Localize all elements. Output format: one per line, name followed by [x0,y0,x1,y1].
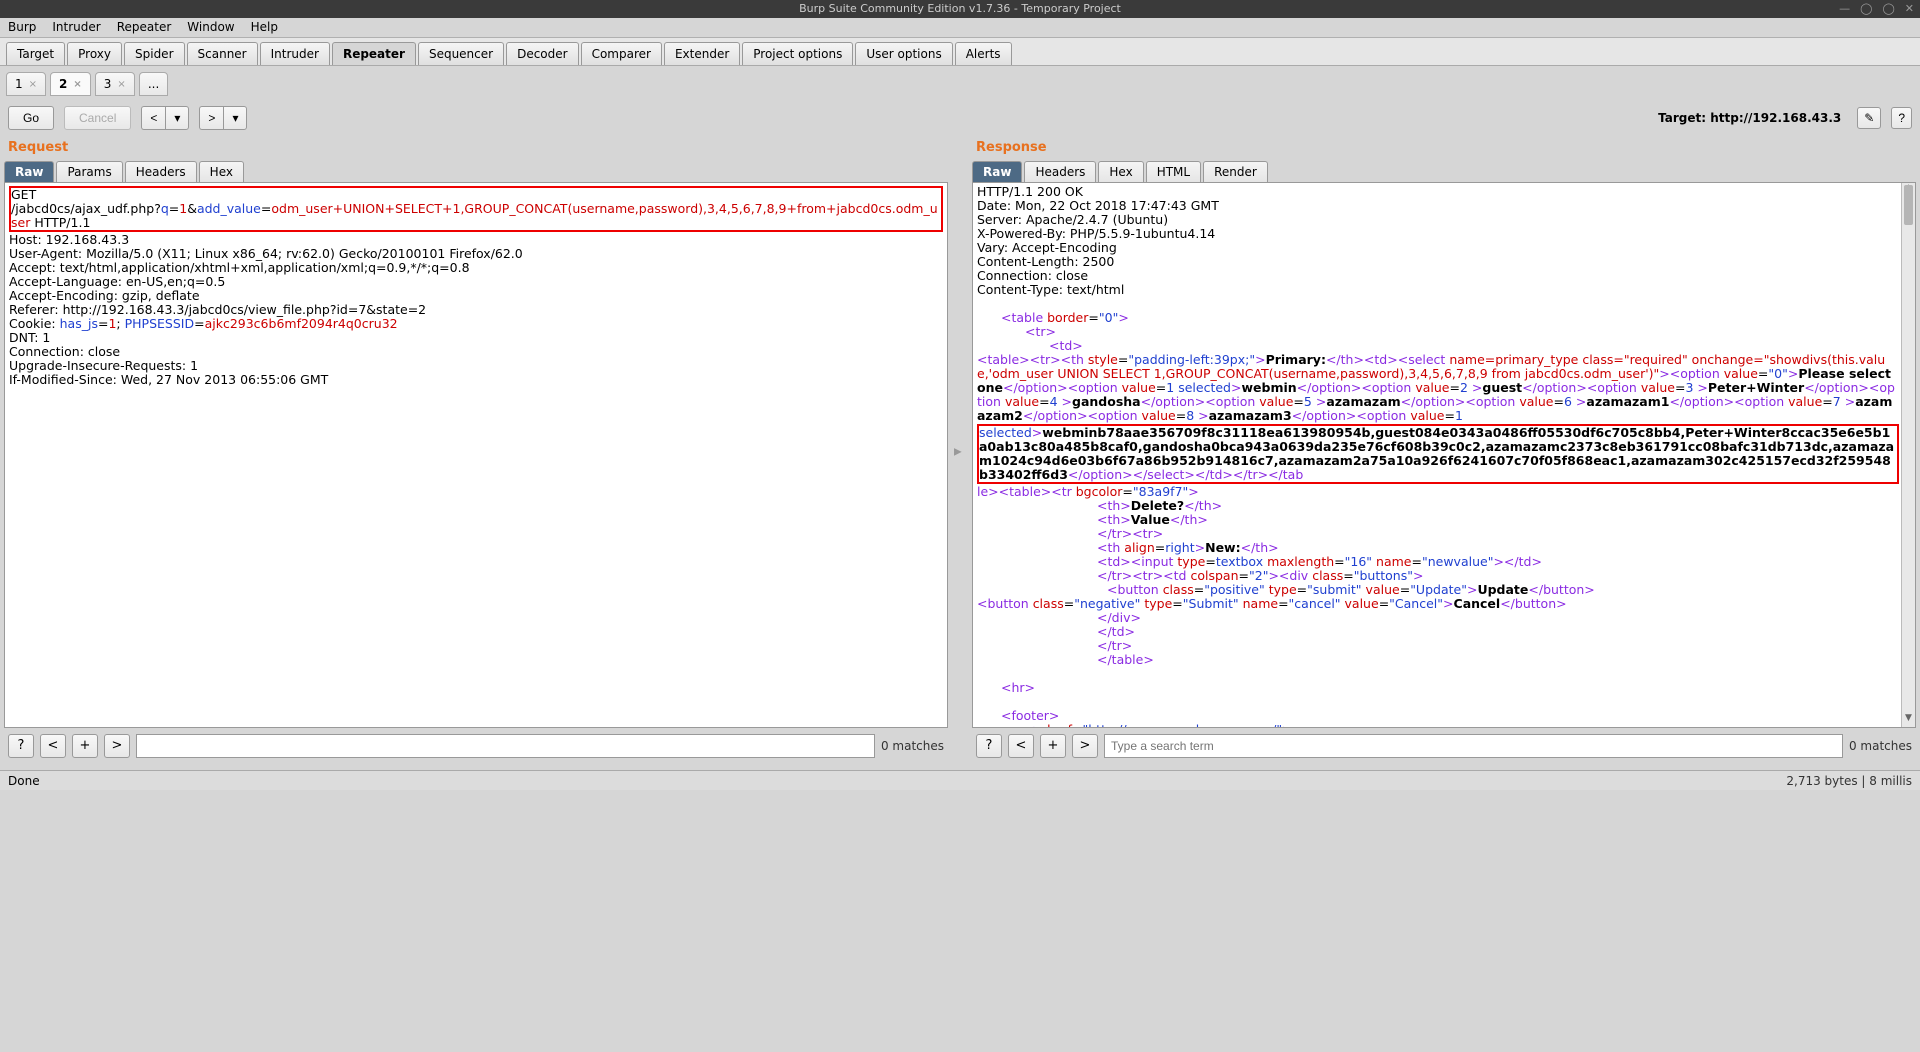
request-search-input[interactable] [136,734,875,758]
response-tab-headers[interactable]: Headers [1024,161,1096,182]
subtab-1[interactable]: 1× [6,72,46,96]
main-tabs: Target Proxy Spider Scanner Intruder Rep… [0,38,1920,66]
pane-resize-handle[interactable] [954,140,966,764]
request-tab-raw[interactable]: Raw [4,161,54,182]
statusbar: Done 2,713 bytes | 8 millis [0,770,1920,790]
response-editor[interactable]: HTTP/1.1 200 OK Date: Mon, 22 Oct 2018 1… [973,183,1915,727]
response-pane: Response Raw Headers Hex HTML Render HTT… [972,140,1916,764]
response-title: Response [972,140,1916,159]
tab-repeater[interactable]: Repeater [332,42,416,65]
status-left: Done [8,774,40,788]
request-pane: Request Raw Params Headers Hex GET /jabc… [4,140,948,764]
search-next-button[interactable]: > [1072,734,1098,758]
subtab-3[interactable]: 3× [95,72,135,96]
tab-proxy[interactable]: Proxy [67,42,122,65]
search-prev-button[interactable]: < [40,734,66,758]
menu-repeater[interactable]: Repeater [109,18,180,37]
response-tab-hex[interactable]: Hex [1098,161,1143,182]
tab-decoder[interactable]: Decoder [506,42,579,65]
history-back-dropdown[interactable]: ▾ [165,106,189,130]
response-tabs: Raw Headers Hex HTML Render [972,161,1916,183]
tab-alerts[interactable]: Alerts [955,42,1012,65]
restore-icon[interactable]: ◯ [1882,0,1894,18]
maximize-icon[interactable]: ◯ [1860,0,1872,18]
menu-intruder[interactable]: Intruder [44,18,108,37]
subtab-more[interactable]: ... [139,72,168,96]
response-scrollbar[interactable]: ▲ ▼ [1901,183,1915,727]
history-forward-dropdown[interactable]: ▾ [223,106,247,130]
request-tab-headers[interactable]: Headers [125,161,197,182]
tab-comparer[interactable]: Comparer [581,42,662,65]
split-view: Request Raw Params Headers Hex GET /jabc… [0,140,1920,770]
repeater-toolbar: Go Cancel < ▾ > ▾ Target: http://192.168… [0,96,1920,140]
scroll-down-icon[interactable]: ▼ [1902,713,1915,727]
search-help-button[interactable]: ? [8,734,34,758]
window-title: Burp Suite Community Edition v1.7.36 - T… [799,2,1121,15]
response-searchbar: ? < + > 0 matches [972,728,1916,764]
close-icon[interactable]: × [29,79,37,90]
close-icon[interactable]: ✕ [1905,0,1914,18]
highlighted-leak: selected>webminb78aae356709f8c31118ea613… [977,424,1899,484]
response-match-count: 0 matches [1849,739,1912,753]
tab-extender[interactable]: Extender [664,42,740,65]
request-tabs: Raw Params Headers Hex [4,161,948,183]
search-add-button[interactable]: + [1040,734,1066,758]
subtab-2[interactable]: 2× [50,72,91,96]
request-match-count: 0 matches [881,739,944,753]
status-right: 2,713 bytes | 8 millis [1786,774,1912,788]
window-controls: — ◯ ◯ ✕ [1839,0,1914,18]
tab-sequencer[interactable]: Sequencer [418,42,504,65]
close-icon[interactable]: × [117,79,125,90]
request-tab-hex[interactable]: Hex [199,161,244,182]
menubar: Burp Intruder Repeater Window Help [0,18,1920,38]
history-back-button[interactable]: < [141,106,165,130]
search-next-button[interactable]: > [104,734,130,758]
search-help-button[interactable]: ? [976,734,1002,758]
tab-intruder[interactable]: Intruder [260,42,330,65]
request-editor[interactable]: GET /jabcd0cs/ajax_udf.php?q=1&add_value… [5,183,947,727]
request-title: Request [4,140,948,159]
history-forward-group: > ▾ [199,106,247,130]
menu-window[interactable]: Window [179,18,242,37]
menu-help[interactable]: Help [243,18,286,37]
response-tab-render[interactable]: Render [1203,161,1268,182]
tab-target[interactable]: Target [6,42,65,65]
tab-spider[interactable]: Spider [124,42,185,65]
tab-project-options[interactable]: Project options [742,42,853,65]
request-tab-params[interactable]: Params [56,161,122,182]
response-tab-html[interactable]: HTML [1146,161,1201,182]
menu-burp[interactable]: Burp [0,18,44,37]
response-tab-raw[interactable]: Raw [972,161,1022,182]
tab-scanner[interactable]: Scanner [187,42,258,65]
history-forward-button[interactable]: > [199,106,223,130]
cancel-button: Cancel [64,106,131,130]
response-search-input[interactable] [1104,734,1843,758]
window-titlebar: Burp Suite Community Edition v1.7.36 - T… [0,0,1920,18]
target-label: Target: http://192.168.43.3 [1658,111,1841,125]
scroll-thumb[interactable] [1904,185,1913,225]
minimize-icon[interactable]: — [1839,0,1850,18]
edit-target-button[interactable]: ✎ [1857,107,1881,129]
repeater-subtabs: 1× 2× 3× ... [0,66,1920,96]
help-button[interactable]: ? [1891,107,1912,129]
tab-user-options[interactable]: User options [855,42,952,65]
go-button[interactable]: Go [8,106,54,130]
close-icon[interactable]: × [73,79,81,90]
highlighted-request-line: GET /jabcd0cs/ajax_udf.php?q=1&add_value… [9,186,943,232]
request-searchbar: ? < + > 0 matches [4,728,948,764]
search-add-button[interactable]: + [72,734,98,758]
history-back-group: < ▾ [141,106,189,130]
search-prev-button[interactable]: < [1008,734,1034,758]
